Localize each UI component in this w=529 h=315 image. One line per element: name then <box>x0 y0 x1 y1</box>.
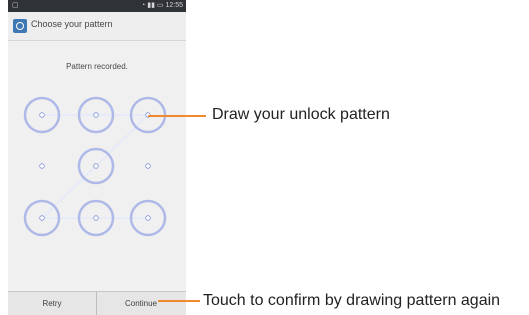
confirm-callout-line <box>158 300 200 302</box>
retry-button[interactable]: Retry <box>8 292 97 315</box>
phone-screen: ▢ ◔ ▮▮ ▭ 12:55 Choose your pattern Patte… <box>8 0 186 315</box>
pattern-dot-6[interactable] <box>145 163 151 169</box>
draw-callout: Draw your unlock pattern <box>212 106 390 123</box>
pattern-dot-4[interactable] <box>39 163 45 169</box>
pattern-dot-5[interactable] <box>77 147 115 185</box>
pattern-segment <box>41 165 97 219</box>
pattern-grid[interactable] <box>8 0 186 315</box>
continue-button[interactable]: Continue <box>96 292 186 315</box>
bottom-button-bar: Retry Continue <box>8 291 186 315</box>
draw-callout-line <box>148 115 206 117</box>
confirm-callout: Touch to confirm by drawing pattern agai… <box>203 292 501 309</box>
pattern-segment <box>95 114 149 167</box>
